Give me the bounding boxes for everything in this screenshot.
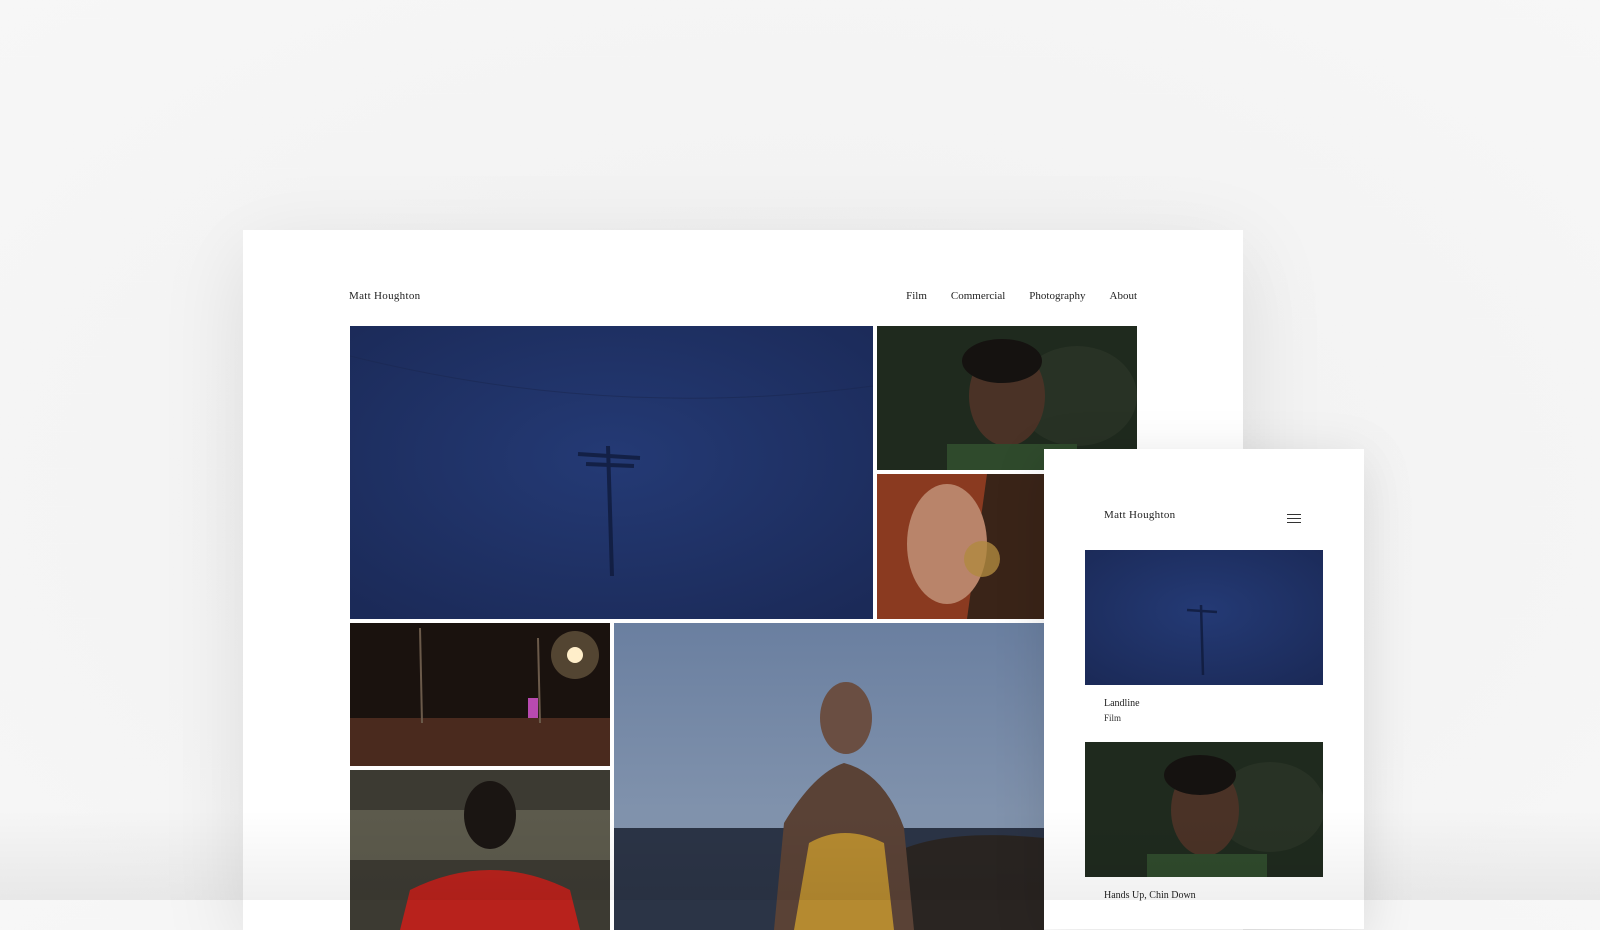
project-tile-court[interactable]: [350, 623, 610, 766]
site-title[interactable]: Matt Houghton: [349, 290, 420, 302]
hamburger-menu-icon[interactable]: [1287, 514, 1301, 524]
nav-item-film[interactable]: Film: [906, 290, 927, 302]
mobile-site-preview: Matt Houghton Landline Film Hands Up, Ch…: [1044, 449, 1364, 929]
mobile-project-title[interactable]: Landline: [1104, 698, 1140, 709]
mobile-man-portrait-still: [1085, 742, 1323, 877]
project-tile-coast[interactable]: [614, 623, 1044, 930]
runner-still: [350, 770, 610, 930]
landline-still: [350, 326, 873, 619]
nav-item-commercial[interactable]: Commercial: [951, 290, 1005, 302]
mobile-site-title[interactable]: Matt Houghton: [1104, 509, 1175, 521]
nav-item-photography[interactable]: Photography: [1029, 290, 1085, 302]
nav-item-about[interactable]: About: [1110, 290, 1138, 302]
mobile-project-title[interactable]: Hands Up, Chin Down: [1104, 890, 1196, 901]
project-tile-landline[interactable]: [350, 326, 873, 619]
mobile-project-tile-hands-up[interactable]: [1085, 742, 1323, 877]
woman-coast-still: [614, 623, 1044, 930]
main-nav: Film Commercial Photography About: [906, 290, 1137, 302]
tennis-court-still: [350, 623, 610, 766]
project-tile-runner[interactable]: [350, 770, 610, 930]
mobile-project-category: Film: [1104, 713, 1122, 723]
mobile-landline-still: [1085, 550, 1323, 685]
mobile-project-tile-landline[interactable]: [1085, 550, 1323, 685]
